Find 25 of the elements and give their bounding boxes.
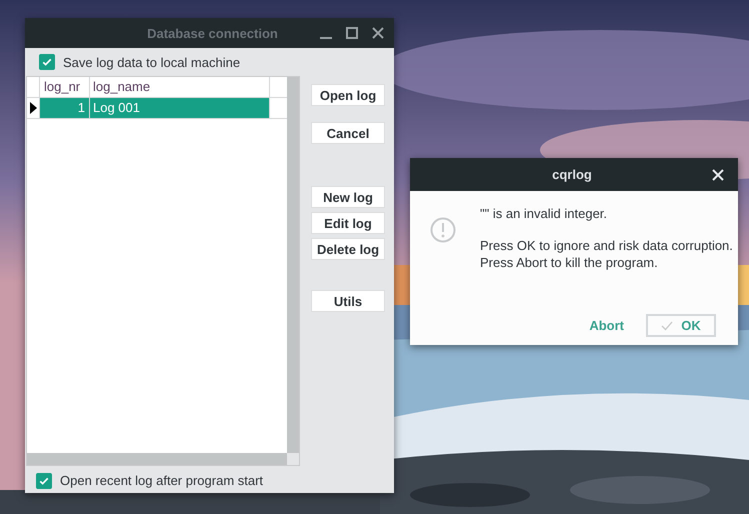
- scrollbar-corner: [287, 453, 299, 465]
- error-message: "" is an invalid integer.: [480, 205, 608, 222]
- dialog-button[interactable]: Edit log: [311, 212, 385, 234]
- message-text: Press Abort to kill the program.: [480, 254, 659, 271]
- checkbox-label: Save log data to local machine: [63, 54, 240, 70]
- check-icon: [661, 320, 674, 330]
- checkbox-label: Open recent log after program start: [60, 473, 264, 488]
- dialog-button[interactable]: New log: [311, 186, 385, 208]
- dialog-button[interactable]: Open log: [311, 84, 385, 106]
- window-title: Database connection: [146, 26, 279, 40]
- checkbox[interactable]: [39, 54, 55, 70]
- scrollbar[interactable]: [287, 77, 299, 453]
- close-icon[interactable]: [372, 27, 384, 39]
- maximize-icon[interactable]: [346, 27, 358, 39]
- dialog-button[interactable]: Cancel: [311, 122, 385, 144]
- dialog-title: cqrlog: [551, 167, 593, 182]
- column-header[interactable]: log_name: [90, 77, 270, 97]
- column-header[interactable]: log_nr: [40, 77, 90, 97]
- check-icon: [41, 56, 53, 68]
- scrollbar[interactable]: [27, 453, 287, 465]
- checkbox[interactable]: [36, 472, 52, 488]
- warning-icon: [430, 217, 456, 243]
- dialog-button[interactable]: Utils: [311, 290, 385, 312]
- message-text: Press OK to ignore and risk data corruption.: [480, 237, 733, 254]
- dialog-button[interactable]: Delete log: [311, 238, 385, 260]
